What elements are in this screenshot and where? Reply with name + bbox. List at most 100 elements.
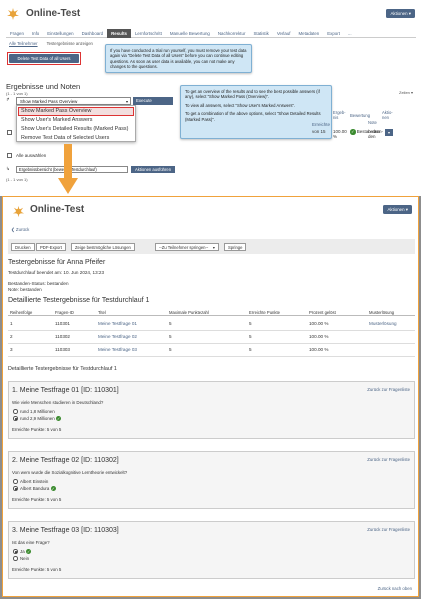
answer-radio — [13, 556, 18, 561]
execute-button[interactable]: Execute — [133, 97, 173, 105]
count-label-bottom: (1 - 1 von 1) — [6, 177, 28, 182]
print-button[interactable]: Drucken — [11, 243, 35, 251]
table-cell-reached: 5 — [249, 321, 252, 326]
delete-test-data-button[interactable]: Delete Test Data of all Users — [9, 54, 79, 63]
table-cell-max: 5 — [169, 334, 172, 339]
tab-9[interactable]: Verlauf — [273, 29, 295, 38]
tooltip-results-text-2: To view all answers, select "Show User's… — [185, 102, 296, 108]
tooltip-results-text-1: To get an overview of the results and to… — [185, 89, 320, 100]
arrow-head-icon — [58, 178, 78, 194]
page-title: Online-Test — [26, 8, 81, 19]
subtab-show-results[interactable]: Testergebnisse anzeigen — [47, 41, 93, 46]
subtab-bar: Alle Teilnehmer Testergebnisse anzeigen — [9, 41, 93, 46]
col-ergebnis[interactable]: Ergeb-nis — [333, 110, 346, 120]
back-to-list-link[interactable]: Zurück zur Fragenliste — [367, 387, 410, 392]
table-cell-title[interactable]: Meine Testfrage 02 — [98, 334, 137, 339]
bulk-action-button[interactable]: Aktionen ausführen — [131, 166, 175, 173]
rows-per-page-select[interactable]: Zeilen ▾ — [399, 90, 413, 95]
select-all-checkbox[interactable] — [7, 153, 12, 158]
table-cell-max: 5 — [169, 347, 172, 352]
col-erreichte[interactable]: Erreichte — [312, 122, 330, 127]
question-panel: 1. Meine Testfrage 01 [ID: 110301] Zurück… — [8, 381, 415, 439]
row-checkbox[interactable] — [7, 130, 12, 135]
col-max: Maximale Punktezahl — [169, 310, 209, 315]
question-text: Von wem wurde die Sozialkognitive Lernth… — [12, 470, 128, 475]
tab-3[interactable]: Dashboard — [78, 29, 107, 38]
table-cell-percent: 100.00 % — [309, 321, 329, 326]
tab-2[interactable]: Einstellungen — [43, 29, 77, 38]
table-cell-title[interactable]: Meine Testfrage 03 — [98, 347, 137, 352]
tab-11[interactable]: Export — [323, 29, 344, 38]
actions-button[interactable]: Aktionen ▾ — [386, 9, 415, 18]
tab-1[interactable]: Info — [28, 29, 43, 38]
cell-note: bestan-den — [368, 129, 384, 139]
tab-10[interactable]: Metadaten — [294, 29, 323, 38]
dropdown-item-marked-answers[interactable]: Show User's Marked Answers — [21, 117, 92, 123]
row-marker-icon: ↱ — [6, 97, 10, 102]
bulk-action-select[interactable]: Ergebnisübersicht (bewertet Testdurchlau… — [16, 166, 128, 173]
answer-option: rund 1,8 Millionen — [20, 408, 55, 414]
page-title: Online-Test — [30, 204, 85, 215]
results-title: Testergebnisse für Anna Pfeifer — [8, 259, 106, 266]
check-icon: ✓ — [25, 548, 32, 555]
subtab-all-participants[interactable]: Alle Teilnehmer — [9, 41, 38, 46]
col-aktionen: Aktio-nen — [382, 110, 393, 120]
answer-radio — [13, 486, 18, 491]
tooltip-delete: If you have conducted a trial run yourse… — [105, 44, 252, 73]
table-cell-id: 110303 — [55, 347, 70, 352]
table-title: Detaillierte Testergebnisse für Testdurc… — [8, 297, 150, 304]
chevron-down-icon: ▾ — [212, 245, 215, 250]
col-note[interactable]: Note — [368, 120, 377, 125]
col-order: Reihenfolge — [10, 310, 33, 315]
action-dropdown: Show Marked Pass Overview Show User's Ma… — [16, 105, 136, 142]
tab-5[interactable]: Lernfortschritt — [131, 29, 166, 38]
best-solutions-button[interactable]: Zeige bestmögliche Lösungen — [71, 243, 135, 251]
tab-6[interactable]: Manuelle Bewertung — [166, 29, 214, 38]
col-bewertung[interactable]: Bewertung — [350, 113, 370, 118]
table-cell-reached: 5 — [249, 347, 252, 352]
back-to-top-link[interactable]: Zurück nach oben — [378, 586, 412, 591]
dropdown-item-remove-data[interactable]: Remove Test Data of Selected Users — [21, 135, 109, 141]
question-title: 3. Meine Testfrage 03 [ID: 110303] — [12, 527, 119, 534]
section-heading: Ergebnisse und Noten — [6, 82, 81, 91]
back-to-list-link[interactable]: Zurück zur Fragenliste — [367, 527, 410, 532]
tab-4[interactable]: Results — [107, 29, 131, 38]
tooltip-delete-text: If you have conducted a trial run yourse… — [110, 48, 247, 70]
jump-to-participant-select[interactable]: --Zu Teilnehmer springen-- ▾ — [155, 243, 219, 251]
status-label: Bestanden-Status: bestanden — [8, 281, 69, 286]
question-panel: 3. Meine Testfrage 03 [ID: 110303] Zurück… — [8, 521, 415, 579]
table-cell-reached: 5 — [249, 334, 252, 339]
back-link[interactable]: ❮ Zurück — [11, 227, 29, 233]
table-cell-percent: 100.00 % — [309, 334, 329, 339]
tab-12[interactable]: ... — [344, 29, 356, 38]
tab-8[interactable]: Statistik — [249, 29, 272, 38]
col-solution: Musterlösung — [369, 310, 395, 315]
answer-radio — [13, 409, 18, 414]
table-cell-order: 1 — [10, 321, 13, 326]
dropdown-item-overview[interactable]: Show Marked Pass Overview — [21, 108, 91, 114]
question-points: Erreichte Punkte: 5 von 5 — [12, 427, 62, 432]
pdf-export-button[interactable]: PDF-Export — [36, 243, 66, 251]
table-row-divider — [8, 330, 415, 331]
tab-7[interactable]: Nachkorrektur — [214, 29, 250, 38]
chevron-down-icon: ▾ — [125, 99, 128, 104]
tab-0[interactable]: Fragen — [6, 29, 28, 38]
cell-result: 100.00 % — [333, 129, 347, 139]
col-reached: Erreichte Punkte — [249, 310, 280, 315]
actions-button[interactable]: Aktionen ▾ — [383, 205, 412, 214]
dropdown-item-detailed-results[interactable]: Show User's Detailed Results (Marked Pas… — [21, 126, 128, 132]
grade-label: Note: bestanden — [8, 287, 42, 292]
cell-points: von 15 — [312, 129, 326, 134]
back-to-list-link[interactable]: Zurück zur Fragenliste — [367, 457, 410, 462]
table-cell-id: 110302 — [55, 334, 70, 339]
action-select[interactable]: Show Marked Pass Overview ▾ — [16, 97, 131, 105]
table-cell-solution[interactable]: Musterlösung — [369, 321, 397, 326]
table-cell-title[interactable]: Meine Testfrage 01 — [98, 321, 137, 326]
tooltip-results-text-3: To get a combination of the above option… — [185, 111, 321, 122]
question-panel: 2. Meine Testfrage 02 [ID: 110302] Zurück… — [8, 451, 415, 509]
jump-button[interactable]: Springe — [224, 243, 247, 251]
answer-option: Albert Einstein — [20, 478, 49, 484]
row-actions-button[interactable]: ▾ — [385, 129, 393, 136]
table-row-divider — [8, 343, 415, 344]
answer-radio — [13, 479, 18, 484]
